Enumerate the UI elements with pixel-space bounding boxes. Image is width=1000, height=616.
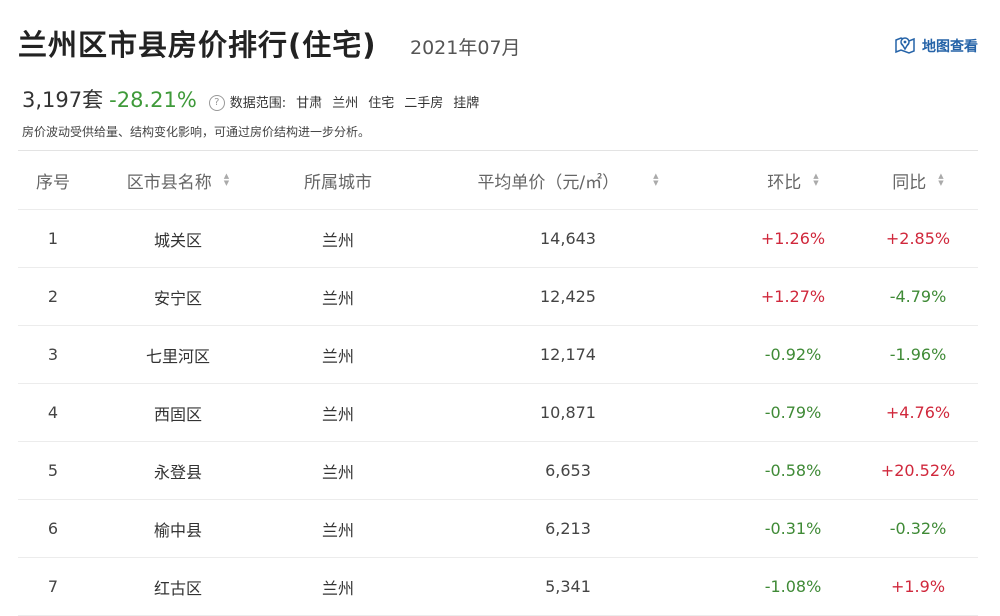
price-cell: 12,174 bbox=[540, 345, 596, 364]
rank-cell: 3 bbox=[47, 345, 59, 364]
table-row[interactable]: 2 安宁区 兰州 12,425 +1.27% -4.79% bbox=[18, 268, 978, 326]
sort-icon[interactable]: ▲ ▼ bbox=[653, 173, 658, 187]
report-date: 2021年07月 bbox=[410, 37, 521, 59]
district-cell: 城关区 bbox=[153, 230, 202, 250]
rank-cell: 2 bbox=[47, 287, 59, 306]
mom-cell: -0.79% bbox=[764, 403, 822, 422]
scope-city: 兰州 bbox=[332, 96, 359, 111]
mom-cell: -0.31% bbox=[764, 519, 822, 538]
district-cell: 西固区 bbox=[153, 404, 202, 424]
table-header: 序号 区市县名称 ▲ ▼ 所属城市 平均单价（元/㎡） ▲ ▼ 环比 ▲ ▼ 同比 ▲ ▼ bbox=[18, 151, 978, 210]
column-price[interactable]: 平均单价（元/㎡） ▲ ▼ bbox=[408, 168, 728, 193]
summary-bar: 3,197套 -28.21% ? 数据范围: 甘肃 兰州 住宅 二手房 挂牌 bbox=[22, 84, 978, 114]
table-row[interactable]: 3 七里河区 兰州 12,174 -0.92% -1.96% bbox=[18, 326, 978, 384]
sort-icon[interactable]: ▲ ▼ bbox=[224, 173, 229, 187]
scope-province: 甘肃 bbox=[296, 96, 323, 111]
map-view-link[interactable]: 地图查看 bbox=[894, 34, 978, 58]
sort-icon[interactable]: ▲ ▼ bbox=[813, 173, 818, 187]
scope-type: 住宅 bbox=[368, 96, 395, 111]
city-cell: 兰州 bbox=[321, 230, 354, 250]
district-cell: 红古区 bbox=[153, 578, 202, 598]
listing-count: 3,197套 bbox=[22, 88, 104, 112]
price-note: 房价波动受供给量、结构变化影响，可通过房价结构进一步分析。 bbox=[22, 125, 371, 139]
column-city: 所属城市 bbox=[304, 172, 372, 193]
page-header: 兰州区市县房价排行(住宅) 2021年07月 地图查看 bbox=[18, 22, 978, 66]
mom-cell: -1.08% bbox=[764, 577, 822, 596]
column-yoy[interactable]: 同比 ▲ ▼ bbox=[858, 168, 978, 193]
scope-market: 二手房 bbox=[404, 96, 444, 111]
rank-cell: 4 bbox=[47, 403, 59, 422]
rank-cell: 6 bbox=[47, 519, 59, 538]
column-rank: 序号 bbox=[36, 172, 70, 193]
city-cell: 兰州 bbox=[321, 346, 354, 366]
table-row[interactable]: 7 红古区 兰州 5,341 -1.08% +1.9% bbox=[18, 558, 978, 616]
district-cell: 安宁区 bbox=[153, 288, 202, 308]
yoy-cell: -0.32% bbox=[889, 519, 947, 538]
price-cell: 14,643 bbox=[540, 229, 596, 248]
price-cell: 12,425 bbox=[540, 287, 596, 306]
rank-cell: 7 bbox=[47, 577, 59, 596]
price-cell: 6,213 bbox=[545, 519, 591, 538]
map-pin-icon bbox=[894, 34, 916, 58]
yoy-cell: +2.85% bbox=[885, 229, 951, 248]
mom-cell: +1.26% bbox=[760, 229, 826, 248]
yoy-cell: +1.9% bbox=[890, 577, 946, 596]
district-cell: 永登县 bbox=[153, 462, 202, 482]
price-cell: 10,871 bbox=[540, 403, 596, 422]
mom-cell: -0.58% bbox=[764, 461, 822, 480]
city-cell: 兰州 bbox=[321, 288, 354, 308]
map-view-label: 地图查看 bbox=[922, 39, 978, 55]
price-cell: 6,653 bbox=[545, 461, 591, 480]
city-cell: 兰州 bbox=[321, 462, 354, 482]
city-cell: 兰州 bbox=[321, 578, 354, 598]
page-title: 兰州区市县房价排行(住宅) bbox=[18, 28, 377, 62]
column-district[interactable]: 区市县名称 ▲ ▼ bbox=[88, 168, 268, 193]
city-cell: 兰州 bbox=[321, 404, 354, 424]
city-cell: 兰州 bbox=[321, 520, 354, 540]
column-mom[interactable]: 环比 ▲ ▼ bbox=[728, 168, 858, 193]
mom-cell: -0.92% bbox=[764, 345, 822, 364]
price-cell: 5,341 bbox=[545, 577, 591, 596]
yoy-cell: +4.76% bbox=[885, 403, 951, 422]
table-row[interactable]: 1 城关区 兰州 14,643 +1.26% +2.85% bbox=[18, 210, 978, 268]
scope-source: 挂牌 bbox=[453, 96, 480, 111]
district-cell: 七里河区 bbox=[145, 346, 210, 366]
table-row[interactable]: 4 西固区 兰州 10,871 -0.79% +4.76% bbox=[18, 384, 978, 442]
help-icon[interactable]: ? bbox=[208, 94, 225, 111]
yoy-cell: +20.52% bbox=[880, 461, 956, 480]
rank-cell: 1 bbox=[47, 229, 59, 248]
district-cell: 榆中县 bbox=[153, 520, 202, 540]
table-row[interactable]: 5 永登县 兰州 6,653 -0.58% +20.52% bbox=[18, 442, 978, 500]
rank-cell: 5 bbox=[47, 461, 59, 480]
yoy-cell: -4.79% bbox=[889, 287, 947, 306]
sort-icon[interactable]: ▲ ▼ bbox=[938, 173, 943, 187]
yoy-cell: -1.96% bbox=[889, 345, 947, 364]
scope-label: 数据范围: bbox=[229, 96, 287, 111]
mom-cell: +1.27% bbox=[760, 287, 826, 306]
listing-change: -28.21% bbox=[109, 88, 197, 112]
ranking-table: 序号 区市县名称 ▲ ▼ 所属城市 平均单价（元/㎡） ▲ ▼ 环比 ▲ ▼ 同比 ▲ ▼ 1 … bbox=[18, 150, 978, 616]
table-row[interactable]: 6 榆中县 兰州 6,213 -0.31% -0.32% bbox=[18, 500, 978, 558]
